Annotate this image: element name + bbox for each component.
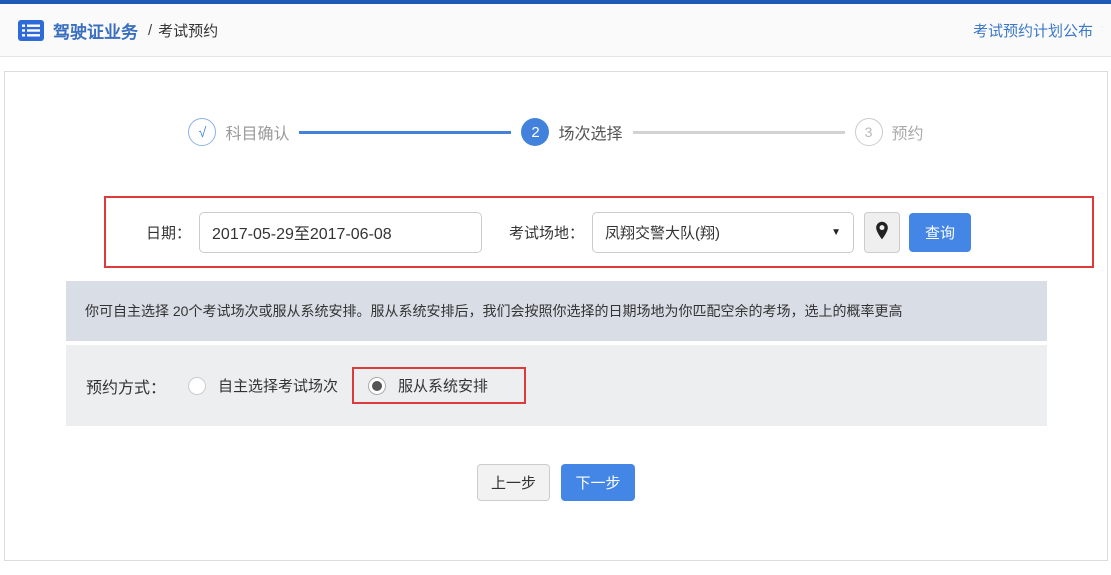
chevron-down-icon: ▼ <box>831 226 842 238</box>
map-location-button[interactable] <box>864 211 901 253</box>
step-booking: 3 预约 <box>854 118 924 146</box>
radio-unchecked-icon[interactable] <box>188 376 207 395</box>
radio-option-system-arrange[interactable]: 服从系统安排 <box>368 375 488 396</box>
progress-stepper: √ 科目确认 2 场次选择 3 预约 <box>5 72 1107 146</box>
venue-select[interactable]: 凤翔交警大队(翔) ▼ <box>592 211 855 253</box>
venue-label: 考试场地： <box>509 224 585 242</box>
step-label: 场次选择 <box>558 126 623 143</box>
radio-option-self-select[interactable]: 自主选择考试场次 <box>188 375 338 396</box>
step-number: 3 <box>854 118 883 146</box>
date-range-input[interactable] <box>199 211 483 253</box>
step-label: 科目确认 <box>225 126 290 143</box>
previous-step-button[interactable]: 上一步 <box>477 464 550 501</box>
step-session-select: 2 场次选择 <box>521 118 623 146</box>
list-icon <box>18 19 44 41</box>
search-button[interactable]: 查询 <box>909 212 972 252</box>
breadcrumb-separator: / <box>148 21 153 39</box>
stepper-connector-pending <box>632 130 845 134</box>
map-pin-icon <box>875 221 889 243</box>
step-subject-confirm: √ 科目确认 <box>188 118 289 146</box>
step-label: 预约 <box>891 126 924 143</box>
stepper-connector-done <box>299 130 512 134</box>
date-label: 日期： <box>146 224 192 242</box>
notice-bar: 你可自主选择 20个考试场次或服从系统安排。服从系统安排后，我们会按照你选择的日… <box>66 281 1047 341</box>
radio-option-label: 服从系统安排 <box>398 378 489 395</box>
wizard-actions: 上一步 下一步 <box>5 464 1107 501</box>
exam-plan-link[interactable]: 考试预约计划公布 <box>973 20 1093 41</box>
breadcrumb: 驾驶证业务 / 考试预约 <box>18 18 218 43</box>
booking-method-label: 预约方式： <box>86 379 167 397</box>
radio-checked-icon[interactable] <box>368 376 387 395</box>
step-check-icon: √ <box>188 118 217 146</box>
radio-option-highlight-box: 服从系统安排 <box>352 367 527 404</box>
page-header: 驾驶证业务 / 考试预约 考试预约计划公布 <box>0 4 1111 57</box>
next-step-button[interactable]: 下一步 <box>561 464 635 501</box>
venue-selected-value: 凤翔交警大队(翔) <box>605 224 721 242</box>
step-number: 2 <box>521 118 550 146</box>
page-title: 驾驶证业务 <box>53 22 138 42</box>
main-panel: √ 科目确认 2 场次选择 3 预约 日期： 考试场地： 凤翔交警大队(翔) ▼ <box>4 71 1108 561</box>
radio-option-label: 自主选择考试场次 <box>218 378 339 395</box>
booking-method-section: 预约方式： 自主选择考试场次 服从系统安排 <box>66 345 1047 426</box>
breadcrumb-current: 考试预约 <box>158 22 219 40</box>
query-form-highlight-box: 日期： 考试场地： 凤翔交警大队(翔) ▼ 查询 <box>104 196 1094 268</box>
notice-text: 你可自主选择 20个考试场次或服从系统安排。服从系统安排后，我们会按照你选择的日… <box>85 303 903 319</box>
